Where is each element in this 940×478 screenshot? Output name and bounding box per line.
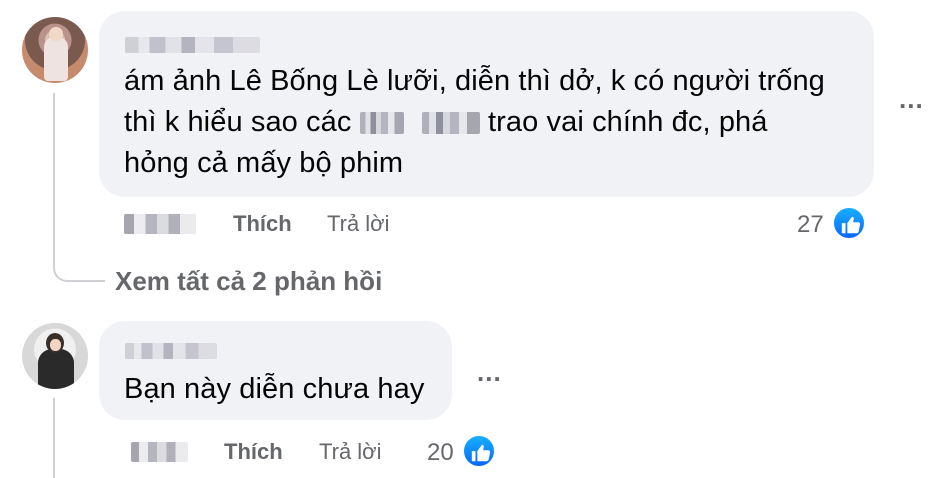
redacted-text bbox=[421, 112, 480, 135]
like-button[interactable]: Thích bbox=[233, 211, 292, 237]
thread-curve-replies bbox=[53, 248, 105, 282]
timestamp-blurred[interactable] bbox=[124, 214, 196, 234]
reply-button[interactable]: Trả lời bbox=[327, 211, 390, 237]
reaction-count[interactable]: 27 bbox=[797, 211, 824, 239]
thread-line-1 bbox=[53, 93, 55, 257]
redacted-text bbox=[359, 112, 404, 135]
comment-text-line-2: thì k hiểu sao các trao vai chính đc, ph… bbox=[124, 102, 864, 143]
comment-text-seg-a: thì k hiểu sao các bbox=[124, 106, 352, 138]
reaction-count[interactable]: 20 bbox=[427, 439, 454, 467]
view-replies-link[interactable]: Xem tất cả 2 phản hồi bbox=[115, 266, 382, 297]
more-options-icon[interactable]: ... bbox=[477, 357, 502, 388]
avatar[interactable] bbox=[22, 323, 88, 389]
comment-text: Bạn này diễn chưa hay bbox=[124, 373, 425, 405]
author-name-blurred[interactable] bbox=[125, 37, 260, 53]
comment-text-line-3: hỏng cả mấy bộ phim bbox=[124, 147, 404, 179]
comment-text-seg-b: trao vai chính đc, phá bbox=[488, 106, 768, 138]
reply-button[interactable]: Trả lời bbox=[319, 439, 382, 465]
thumbs-up-icon[interactable] bbox=[462, 434, 496, 468]
thread-line-2 bbox=[53, 398, 55, 478]
like-button[interactable]: Thích bbox=[224, 439, 283, 465]
thumbs-up-icon[interactable] bbox=[832, 206, 866, 240]
comment-bubble: Bạn này diễn chưa hay bbox=[99, 321, 452, 420]
timestamp-blurred[interactable] bbox=[131, 442, 188, 462]
comment-text-line-1: ám ảnh Lê Bống Lè lưỡi, diễn thì dở, k c… bbox=[124, 65, 825, 97]
more-options-icon[interactable]: ... bbox=[899, 84, 924, 115]
avatar[interactable] bbox=[22, 17, 88, 83]
author-name-blurred[interactable] bbox=[125, 343, 217, 359]
comment-bubble: ám ảnh Lê Bống Lè lưỡi, diễn thì dở, k c… bbox=[99, 11, 874, 197]
